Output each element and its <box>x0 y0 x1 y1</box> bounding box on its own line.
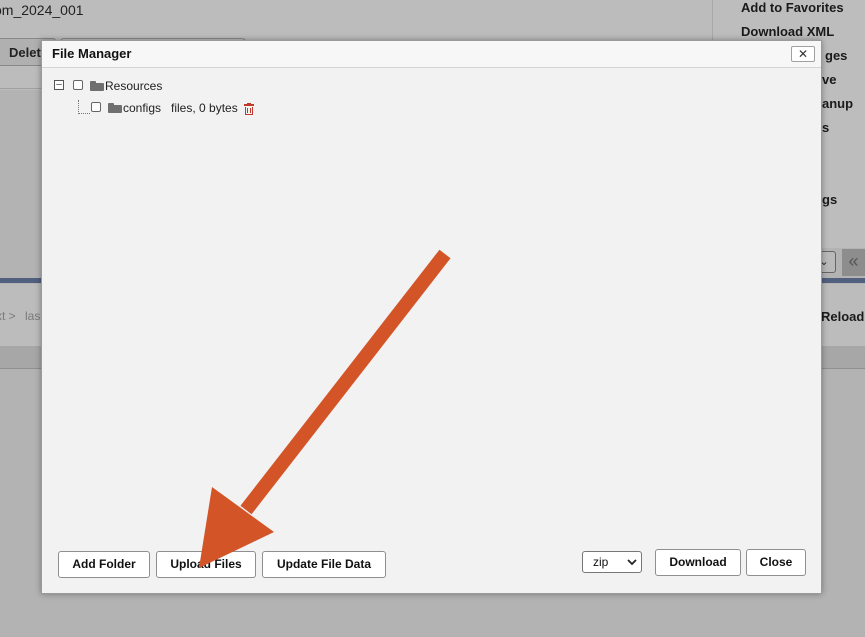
delete-trash-icon[interactable] <box>244 103 254 115</box>
breadcrumb-item[interactable]: xt > <box>0 309 16 323</box>
dialog-close-icon[interactable]: ✕ <box>791 46 815 62</box>
chevron-down-icon <box>627 559 637 566</box>
resources-checkbox[interactable] <box>73 80 83 90</box>
folder-icon <box>108 103 122 113</box>
close-button[interactable]: Close <box>746 549 806 576</box>
breadcrumb-item[interactable]: las <box>25 309 40 323</box>
archive-format-select[interactable]: zip <box>582 551 642 573</box>
file-manager-dialog: File Manager ✕ – Resources configs files… <box>41 40 822 594</box>
update-file-data-button[interactable]: Update File Data <box>262 551 386 578</box>
tree-item-resources[interactable]: Resources <box>105 79 162 93</box>
configs-checkbox[interactable] <box>91 102 101 112</box>
project-name: om_2024_001 <box>0 2 84 18</box>
sidebar-link-partial-4[interactable]: s <box>822 120 829 135</box>
folder-icon <box>90 81 104 91</box>
download-xml-link[interactable]: Download XML <box>741 24 834 39</box>
tree-connector <box>78 113 90 114</box>
dialog-header: File Manager ✕ <box>42 41 821 68</box>
add-to-favorites-link[interactable]: Add to Favorites <box>741 0 844 15</box>
archive-format-value: zip <box>593 555 609 569</box>
upload-files-button[interactable]: Upload Files <box>156 551 256 578</box>
tree-connector <box>78 100 79 114</box>
sidebar-link-partial-3[interactable]: anup <box>822 96 853 111</box>
file-tree: – Resources configs files, 0 bytes <box>42 67 821 267</box>
tree-item-configs[interactable]: configs <box>123 101 161 115</box>
collapse-panel-icon[interactable]: « <box>842 249 865 276</box>
sidebar-link-partial-1[interactable]: ges <box>825 48 847 63</box>
dialog-title: File Manager <box>52 46 132 61</box>
reload-button[interactable]: Reload <box>821 309 864 324</box>
collapse-toggle-icon[interactable]: – <box>54 80 64 90</box>
sidebar-link-partial-5[interactable]: gs <box>822 192 837 207</box>
tree-item-meta: files, 0 bytes <box>171 101 238 115</box>
download-button[interactable]: Download <box>655 549 741 576</box>
add-folder-button[interactable]: Add Folder <box>58 551 150 578</box>
sidebar-link-partial-2[interactable]: ve <box>822 72 836 87</box>
